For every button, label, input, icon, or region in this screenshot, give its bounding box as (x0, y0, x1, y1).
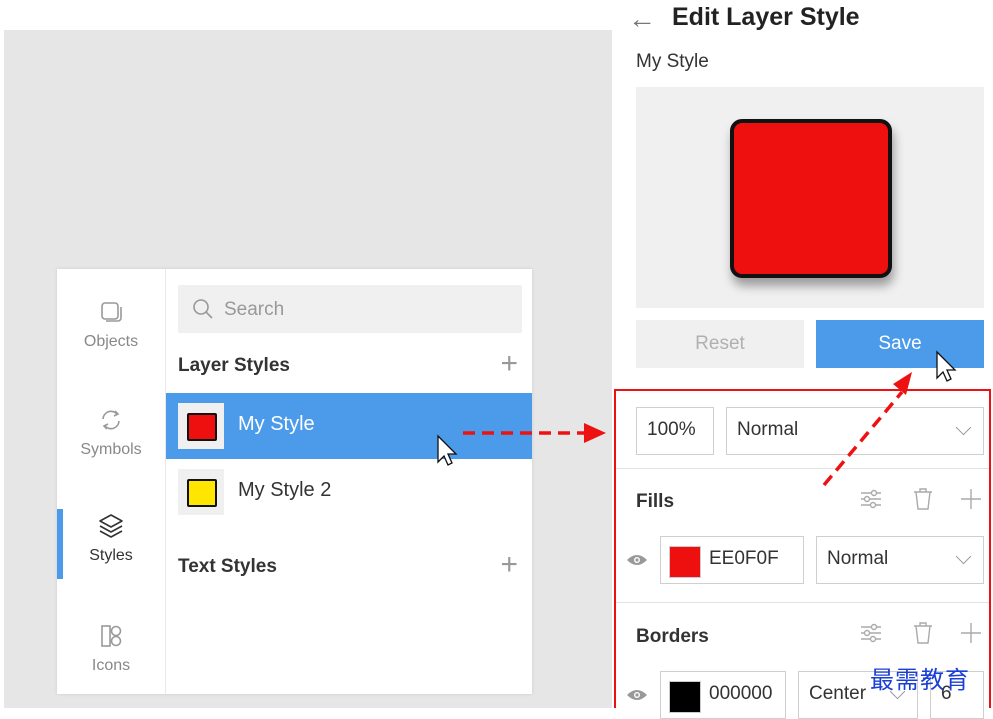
style-swatch-color (187, 479, 217, 507)
fill-color-field[interactable]: EE0F0F (660, 536, 804, 584)
search-box[interactable] (178, 285, 522, 333)
text-styles-header: Text Styles + (178, 550, 522, 586)
style-preview (636, 87, 984, 308)
blend-mode-value: Normal (737, 419, 799, 440)
divider (616, 602, 989, 603)
nav-label-styles: Styles (89, 547, 133, 564)
styles-icon (99, 514, 123, 538)
nav-item-styles[interactable]: Styles (57, 511, 165, 601)
icons-icon (101, 625, 122, 647)
library-panel: Objects Symbols Styles Icons Search Laye… (57, 269, 532, 694)
reset-button[interactable]: Reset (636, 320, 804, 368)
blend-mode-select[interactable]: Normal (726, 407, 984, 455)
border-color-chip[interactable] (669, 681, 701, 713)
add-fill-icon[interactable] (958, 486, 984, 512)
borders-title: Borders (636, 626, 709, 647)
opacity-value: 100% (647, 419, 696, 440)
fill-color-chip[interactable] (669, 546, 701, 578)
nav-label-symbols: Symbols (80, 441, 142, 458)
style-label: My Style (238, 413, 315, 435)
search-input[interactable] (222, 293, 516, 327)
eye-icon[interactable] (626, 553, 648, 567)
symbols-icon (102, 410, 120, 430)
add-border-icon[interactable] (958, 620, 984, 646)
chevron-down-icon (955, 419, 972, 436)
canvas-area: Objects Symbols Styles Icons Search Laye… (0, 0, 612, 708)
panel-title: Edit Layer Style (672, 3, 860, 31)
style-swatch (178, 469, 224, 515)
edit-layer-style-panel: ← Edit Layer Style My Style Reset Save 1… (612, 0, 993, 719)
border-position-value: Center (809, 683, 867, 704)
search-icon (193, 299, 213, 319)
library-nav: Objects Symbols Styles Icons (57, 269, 166, 694)
style-swatch (178, 403, 224, 449)
trash-icon[interactable] (910, 486, 936, 512)
save-button[interactable]: Save (816, 320, 984, 368)
border-hex-value: 000000 (709, 683, 773, 704)
add-text-style-icon[interactable]: + (500, 550, 518, 580)
nav-label-icons: Icons (91, 657, 131, 674)
canvas-top-bar (0, 0, 612, 30)
style-swatch-color (187, 413, 217, 441)
layer-style-item[interactable]: My Style (166, 393, 532, 459)
objects-icon (101, 302, 122, 322)
text-styles-title: Text Styles (178, 556, 277, 577)
trash-icon[interactable] (910, 620, 936, 646)
back-arrow-icon[interactable]: ← (628, 4, 656, 34)
layer-styles-header: Layer Styles + (178, 349, 522, 385)
style-label: My Style 2 (238, 479, 332, 501)
watermark-logo: 最需教育 (870, 666, 970, 694)
nav-item-icons[interactable]: Icons (57, 621, 165, 711)
sliders-icon[interactable] (858, 620, 884, 646)
fill-blend-value: Normal (827, 548, 889, 569)
divider (616, 468, 989, 469)
eye-icon[interactable] (626, 688, 648, 702)
fill-blend-select[interactable]: Normal (816, 536, 984, 584)
add-layer-style-icon[interactable]: + (500, 349, 518, 379)
border-color-field[interactable]: 000000 (660, 671, 786, 719)
library-content: Layer Styles + My Style My Style 2 Text … (166, 269, 532, 694)
sliders-icon[interactable] (858, 486, 884, 512)
layer-styles-title: Layer Styles (178, 355, 290, 376)
nav-item-objects[interactable]: Objects (57, 297, 165, 387)
nav-label-objects: Objects (83, 333, 139, 350)
fills-title: Fills (636, 491, 675, 512)
nav-item-symbols[interactable]: Symbols (57, 405, 165, 495)
layer-style-item[interactable]: My Style 2 (166, 459, 532, 525)
chevron-down-icon (955, 548, 972, 565)
preview-shape (730, 119, 892, 278)
style-name: My Style (636, 51, 709, 72)
opacity-input[interactable]: 100% (636, 407, 714, 455)
fill-hex-value: EE0F0F (709, 548, 779, 569)
